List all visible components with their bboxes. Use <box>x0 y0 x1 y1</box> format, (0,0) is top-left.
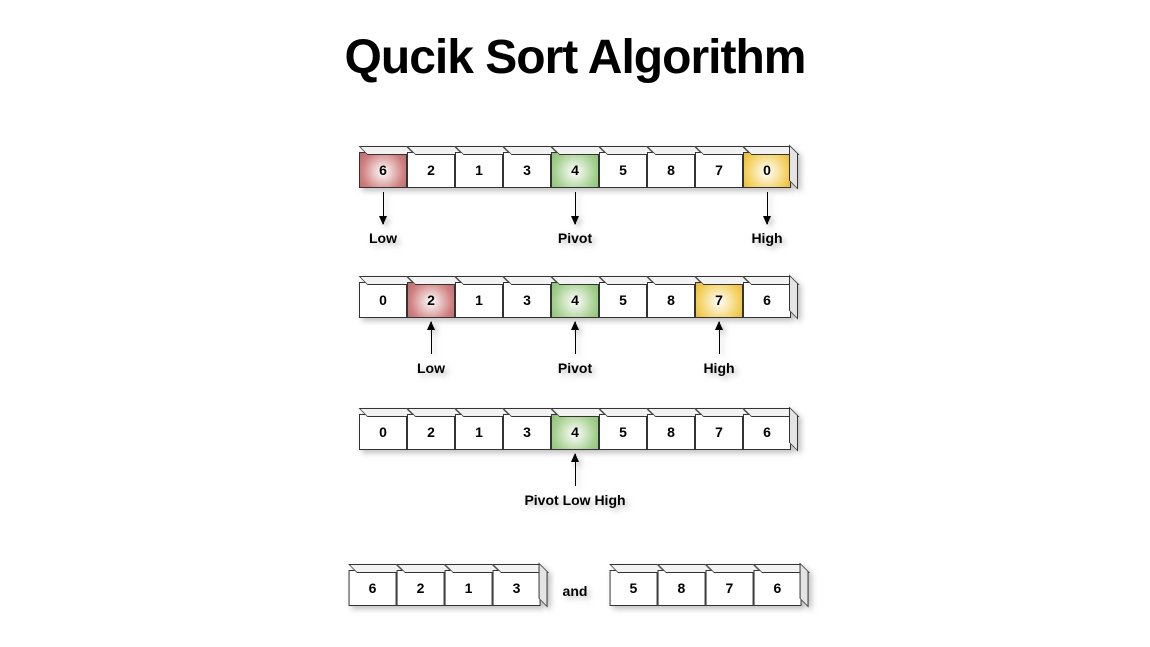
split-left-array: 6213 <box>349 570 541 606</box>
array-cell: 4 <box>551 282 599 318</box>
pointer-label: Low <box>417 360 445 376</box>
array-cell: 6 <box>743 282 791 318</box>
array-cell: 5 <box>599 282 647 318</box>
array-cell: 3 <box>503 152 551 188</box>
array-cell: 6 <box>753 570 801 606</box>
arrow-down-icon <box>383 192 384 224</box>
array-cell: 2 <box>407 152 455 188</box>
array-cell: 5 <box>599 152 647 188</box>
pointer-label: Pivot <box>558 230 592 246</box>
array-cell: 7 <box>695 414 743 450</box>
pointer-label: Pivot Low High <box>524 492 625 508</box>
array-cell: 8 <box>647 152 695 188</box>
array-cell: 8 <box>647 282 695 318</box>
pointer-label: Low <box>369 230 397 246</box>
array-cell: 4 <box>551 414 599 450</box>
array-row-3: 021345876 Pivot Low High <box>359 414 791 450</box>
array-cell: 2 <box>407 414 455 450</box>
arrow-down-icon <box>575 192 576 224</box>
pointer-label: Pivot <box>558 360 592 376</box>
array-cell: 8 <box>647 414 695 450</box>
array-cell: 3 <box>503 414 551 450</box>
array-cell: 1 <box>455 414 503 450</box>
array-cell: 3 <box>493 570 541 606</box>
arrow-up-icon <box>575 322 576 354</box>
array-cell: 7 <box>705 570 753 606</box>
split-right-array: 5876 <box>609 570 801 606</box>
array-cell: 7 <box>695 152 743 188</box>
array-row-2: 021345876 LowPivotHigh <box>359 282 791 318</box>
array-cell: 6 <box>359 152 407 188</box>
arrow-up-icon <box>431 322 432 354</box>
array-row-1: 621345870 LowPivotHigh <box>359 152 791 188</box>
array-cell: 6 <box>349 570 397 606</box>
array-cell: 4 <box>551 152 599 188</box>
array-cell: 1 <box>445 570 493 606</box>
split-row: 6213 and 5876 <box>349 570 802 606</box>
array-cell: 0 <box>359 414 407 450</box>
array-cell: 1 <box>455 282 503 318</box>
array-cell: 1 <box>455 152 503 188</box>
array-cell: 2 <box>397 570 445 606</box>
array-cell: 0 <box>743 152 791 188</box>
pointer-label: High <box>703 360 734 376</box>
array-cell: 6 <box>743 414 791 450</box>
and-label: and <box>563 583 588 599</box>
arrow-up-icon <box>575 454 576 486</box>
array-cell: 0 <box>359 282 407 318</box>
array-cell: 5 <box>599 414 647 450</box>
arrow-up-icon <box>719 322 720 354</box>
array-cell: 5 <box>609 570 657 606</box>
array-cell: 8 <box>657 570 705 606</box>
arrow-down-icon <box>767 192 768 224</box>
array-cell: 3 <box>503 282 551 318</box>
pointer-label: High <box>751 230 782 246</box>
array-cell: 2 <box>407 282 455 318</box>
page-title: Qucik Sort Algorithm <box>0 30 1150 85</box>
array-cell: 7 <box>695 282 743 318</box>
